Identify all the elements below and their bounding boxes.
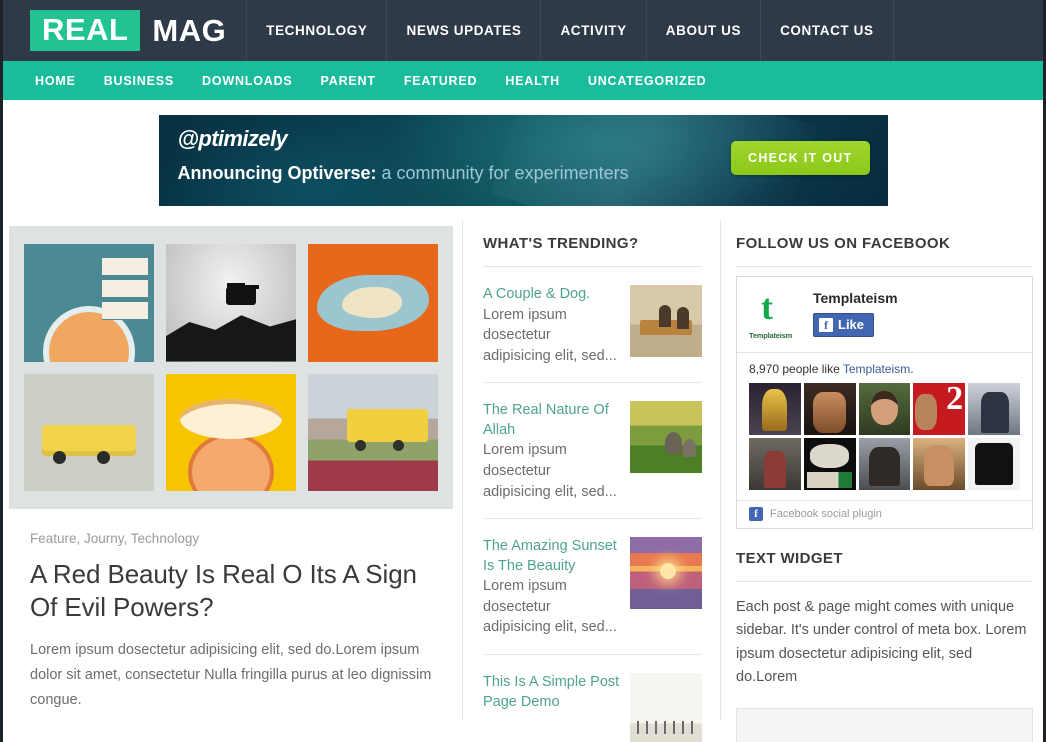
- trending-item[interactable]: The Real Nature Of Allah Lorem ipsum dos…: [483, 383, 702, 520]
- optimizely-ad-banner[interactable]: @ptimizely Announcing Optiverse: a commu…: [158, 114, 888, 206]
- site-header: REAL MAG TECHNOLOGY NEWS UPDATES ACTIVIT…: [3, 0, 1043, 61]
- logo-secondary-text: MAG: [152, 13, 227, 48]
- trending-item-thumbnail[interactable]: [630, 401, 702, 474]
- primary-nav: TECHNOLOGY NEWS UPDATES ACTIVITY ABOUT U…: [247, 0, 894, 61]
- trending-widget-title: WHAT'S TRENDING?: [483, 220, 702, 267]
- facebook-plugin-footer: f Facebook social plugin: [737, 499, 1032, 528]
- collage-tile-horse-rider: [166, 244, 296, 362]
- facebook-page-name: Templateism: [813, 290, 898, 306]
- facebook-likes-suffix: .: [910, 362, 914, 376]
- facebook-likes-count: 8,970 people like Templateism.: [737, 353, 1032, 383]
- category-nav: HOME BUSINESS DOWNLOADS PARENT FEATURED …: [3, 61, 1043, 100]
- category-item-featured[interactable]: FEATURED: [390, 74, 492, 88]
- facebook-face-avatar[interactable]: [858, 383, 911, 435]
- text-widget-body: Each post & page might comes with unique…: [736, 598, 1027, 686]
- facebook-f-icon: f: [749, 506, 763, 521]
- facebook-face-avatar[interactable]: [749, 437, 801, 490]
- trending-item-desc: Lorem ipsum dosectetur adipisicing elit,…: [483, 306, 617, 364]
- facebook-widget-title: FOLLOW US ON FACEBOOK: [736, 220, 1033, 267]
- page-root: REAL MAG TECHNOLOGY NEWS UPDATES ACTIVIT…: [0, 0, 1046, 742]
- trending-item-desc: Lorem ipsum dosectetur adipisicing elit,…: [483, 442, 617, 500]
- logo-primary-text: REAL: [30, 10, 141, 51]
- text-widget-title: TEXT WIDGET: [736, 529, 1033, 582]
- ad-headline: Announcing Optiverse: a community for ex…: [178, 163, 629, 184]
- nav-item-about-us[interactable]: ABOUT US: [647, 0, 762, 61]
- trending-item-link[interactable]: The Real Nature Of Allah: [483, 401, 621, 440]
- nav-item-technology[interactable]: TECHNOLOGY: [247, 0, 388, 61]
- category-item-health[interactable]: HEALTH: [491, 74, 574, 88]
- featured-image-collage[interactable]: [9, 226, 453, 509]
- trending-item[interactable]: This Is A Simple Post Page Demo: [483, 655, 702, 742]
- category-item-home[interactable]: HOME: [21, 74, 90, 88]
- ad-headline-bold: Announcing Optiverse:: [177, 162, 377, 183]
- trending-item-text: The Real Nature Of Allah Lorem ipsum dos…: [483, 401, 621, 502]
- facebook-friend-faces: [737, 383, 1032, 500]
- facebook-likes-page-link[interactable]: Templateism: [843, 362, 910, 376]
- ad-cta-button[interactable]: CHECK IT OUT: [731, 140, 870, 175]
- post-title[interactable]: A Red Beauty Is Real O Its A Sign Of Evi…: [30, 558, 435, 624]
- facebook-face-avatar[interactable]: [858, 437, 911, 490]
- sidebar-placeholder-box: [736, 707, 1033, 742]
- facebook-page-info: Templateism f Like: [813, 288, 898, 337]
- facebook-like-label: Like: [838, 317, 865, 332]
- category-item-downloads[interactable]: DOWNLOADS: [188, 74, 307, 88]
- facebook-face-avatar[interactable]: [968, 437, 1020, 490]
- main-content-column: Feature, Journy, Technology A Red Beauty…: [3, 220, 463, 720]
- collage-tile-truck-road: [308, 373, 438, 491]
- trending-item-link[interactable]: The Amazing Sunset Is The Beauity: [483, 537, 621, 576]
- facebook-face-avatar[interactable]: [913, 383, 966, 435]
- facebook-page-header: t Templateism Templateism f Like: [737, 277, 1032, 353]
- trending-item-link[interactable]: A Couple & Dog.: [483, 285, 621, 305]
- collage-tile-illustrator: [24, 244, 154, 362]
- post-excerpt: Lorem ipsum dosectetur adipisicing elit,…: [30, 642, 432, 708]
- facebook-likes-prefix: 8,970 people like: [749, 362, 843, 376]
- trending-item-thumbnail[interactable]: [630, 673, 702, 742]
- ad-brand-logo: @ptimizely: [177, 125, 288, 151]
- sidebar-column: FOLLOW US ON FACEBOOK t Templateism Temp…: [721, 220, 1043, 742]
- trending-item-link[interactable]: This Is A Simple Post Page Demo: [483, 673, 621, 712]
- nav-item-contact-us[interactable]: CONTACT US: [761, 0, 894, 61]
- trending-item-text: A Couple & Dog. Lorem ipsum dosectetur a…: [483, 285, 621, 366]
- trending-item-text: The Amazing Sunset Is The Beauity Lorem …: [483, 537, 621, 638]
- trending-item[interactable]: A Couple & Dog. Lorem ipsum dosectetur a…: [483, 267, 702, 384]
- collage-tile-cowboy-kid: [166, 373, 296, 491]
- category-item-uncategorized[interactable]: UNCATEGORIZED: [574, 74, 721, 88]
- collage-tile-island-map: [308, 244, 438, 362]
- trending-item-thumbnail[interactable]: [630, 285, 702, 357]
- facebook-face-avatar[interactable]: [803, 383, 856, 435]
- facebook-face-avatar[interactable]: [913, 437, 966, 490]
- templateism-logo-caption: Templateism: [749, 331, 793, 340]
- facebook-like-button[interactable]: f Like: [813, 313, 875, 337]
- post-categories[interactable]: Feature, Journy, Technology: [30, 531, 462, 546]
- facebook-f-icon: f: [819, 317, 833, 332]
- trending-item-thumbnail[interactable]: [630, 537, 702, 610]
- ad-region: @ptimizely Announcing Optiverse: a commu…: [3, 100, 1043, 220]
- nav-item-news-updates[interactable]: NEWS UPDATES: [387, 0, 542, 61]
- trending-item-desc: Lorem ipsum dosectetur adipisicing elit,…: [483, 578, 617, 636]
- content-columns: Feature, Journy, Technology A Red Beauty…: [3, 220, 1043, 742]
- facebook-plugin-label: Facebook social plugin: [770, 507, 882, 520]
- facebook-face-avatar[interactable]: [968, 383, 1020, 435]
- facebook-face-avatar[interactable]: [803, 437, 856, 490]
- trending-item[interactable]: The Amazing Sunset Is The Beauity Lorem …: [483, 519, 702, 656]
- facebook-like-box: t Templateism Templateism f Like 8,970 p…: [736, 276, 1033, 529]
- facebook-face-avatar[interactable]: [749, 383, 801, 435]
- trending-column: WHAT'S TRENDING? A Couple & Dog. Lorem i…: [463, 220, 721, 742]
- category-item-business[interactable]: BUSINESS: [90, 74, 188, 88]
- collage-tile-yellow-truck: [24, 373, 154, 491]
- ad-headline-light: a community for experimenters: [376, 162, 629, 183]
- templateism-logo-icon: t: [761, 287, 773, 327]
- site-logo[interactable]: REAL MAG: [3, 0, 248, 61]
- trending-item-text: This Is A Simple Post Page Demo: [483, 673, 621, 742]
- category-item-parent[interactable]: PARENT: [307, 74, 390, 88]
- facebook-page-avatar: t Templateism: [749, 288, 801, 340]
- nav-item-activity[interactable]: ACTIVITY: [541, 0, 647, 61]
